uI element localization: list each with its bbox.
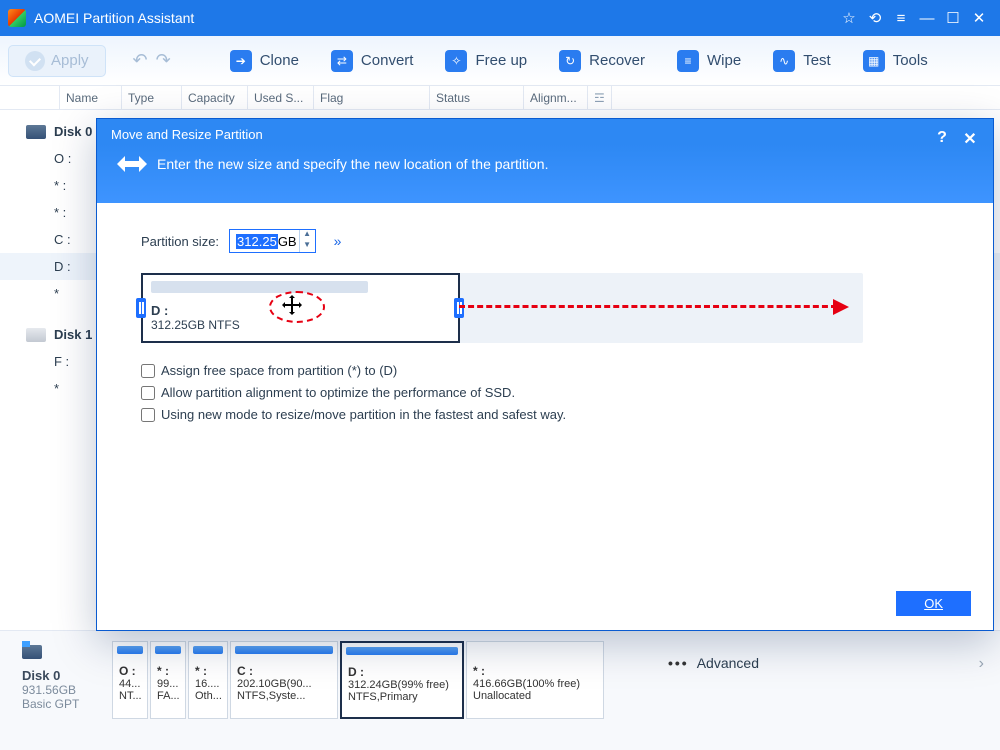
tool-clone[interactable]: ➔Clone bbox=[216, 44, 313, 78]
disk-icon bbox=[26, 125, 46, 139]
star-icon[interactable]: ☆ bbox=[836, 9, 862, 27]
check-assign[interactable]: Assign free space from partition (*) to … bbox=[141, 363, 969, 378]
col-type[interactable]: Type bbox=[122, 86, 182, 109]
toolbar: Apply ↶ ↷ ➔Clone ⇄Convert ✧Free up ↻Reco… bbox=[0, 36, 1000, 86]
dialog-footer: OK bbox=[896, 591, 971, 616]
chevron-right-icon: › bbox=[979, 655, 984, 673]
partition-text: D :312.25GB NTFS bbox=[151, 303, 240, 332]
redo-button[interactable]: ↷ bbox=[156, 50, 171, 71]
block-d[interactable]: D :312.24GB(99% free)NTFS,Primary bbox=[340, 641, 464, 719]
bottom-panel: Disk 0 931.56GB Basic GPT O :44...NT... … bbox=[0, 630, 1000, 750]
check-alignment[interactable]: Allow partition alignment to optimize th… bbox=[141, 385, 969, 400]
wipe-icon: ≡ bbox=[677, 50, 699, 72]
block-c[interactable]: C :202.10GB(90...NTFS,Syste... bbox=[230, 641, 338, 719]
close-button[interactable]: ✕ bbox=[966, 9, 992, 27]
tool-recover[interactable]: ↻Recover bbox=[545, 44, 659, 78]
checkbox-group: Assign free space from partition (*) to … bbox=[141, 363, 969, 422]
undo-redo-group: ↶ ↷ bbox=[120, 43, 184, 78]
summary-size: 931.56GB bbox=[22, 683, 112, 697]
check-newmode[interactable]: Using new mode to resize/move partition … bbox=[141, 407, 969, 422]
tool-convert[interactable]: ⇄Convert bbox=[317, 44, 428, 78]
app-icon bbox=[8, 9, 26, 27]
summary-type: Basic GPT bbox=[22, 697, 112, 711]
partition-blocks: O :44...NT... * :99...FA... * :16....Oth… bbox=[112, 631, 644, 750]
disk-summary: Disk 0 931.56GB Basic GPT bbox=[0, 631, 112, 750]
size-row: Partition size: 312.25GB ▲▼ » bbox=[141, 229, 969, 253]
dialog-header: Move and Resize Partition Enter the new … bbox=[97, 119, 993, 203]
more-options-button[interactable]: » bbox=[334, 233, 342, 249]
more-icon: ••• bbox=[668, 655, 689, 671]
partition-slider[interactable]: D :312.25GB NTFS bbox=[141, 273, 863, 343]
tool-tools[interactable]: ▦Tools bbox=[849, 44, 942, 78]
block-star2[interactable]: * :16....Oth... bbox=[188, 641, 228, 719]
menu-icon[interactable]: ≡ bbox=[888, 10, 914, 27]
dialog-help-button[interactable]: ? bbox=[931, 129, 953, 147]
check-icon bbox=[25, 51, 45, 71]
disk-icon bbox=[26, 328, 46, 342]
col-status[interactable]: Status bbox=[430, 86, 524, 109]
maximize-button[interactable]: ☐ bbox=[940, 9, 966, 27]
summary-name: Disk 0 bbox=[22, 668, 112, 683]
spin-down[interactable]: ▼ bbox=[300, 241, 315, 252]
tool-freeup[interactable]: ✧Free up bbox=[431, 44, 541, 78]
block-o[interactable]: O :44...NT... bbox=[112, 641, 148, 719]
dialog-close-button[interactable]: ✕ bbox=[959, 129, 981, 149]
convert-icon: ⇄ bbox=[331, 50, 353, 72]
tools-icon: ▦ bbox=[863, 50, 885, 72]
dialog-title: Move and Resize Partition bbox=[111, 127, 263, 142]
col-used[interactable]: Used S... bbox=[248, 86, 314, 109]
left-grip[interactable] bbox=[136, 298, 146, 318]
recover-icon: ↻ bbox=[559, 50, 581, 72]
col-capacity[interactable]: Capacity bbox=[182, 86, 248, 109]
title-bar: AOMEI Partition Assistant ☆ ⟲ ≡ — ☐ ✕ bbox=[0, 0, 1000, 36]
block-star1[interactable]: * :99...FA... bbox=[150, 641, 186, 719]
refresh-icon[interactable]: ⟲ bbox=[862, 9, 888, 27]
apply-button[interactable]: Apply bbox=[8, 45, 106, 77]
freeup-icon: ✧ bbox=[445, 50, 467, 72]
clone-icon: ➔ bbox=[230, 50, 252, 72]
column-header: Name Type Capacity Used S... Flag Status… bbox=[0, 86, 1000, 110]
size-label: Partition size: bbox=[141, 234, 219, 249]
dialog-subtitle: Enter the new size and specify the new l… bbox=[157, 156, 548, 172]
test-icon: ∿ bbox=[773, 50, 795, 72]
advanced-panel[interactable]: ••• Advanced › bbox=[644, 631, 1000, 750]
dialog-body: Partition size: 312.25GB ▲▼ » D :312.25G… bbox=[97, 203, 993, 422]
disk-icon bbox=[22, 645, 42, 659]
col-settings-icon[interactable]: ☲ bbox=[588, 86, 612, 109]
size-input[interactable]: 312.25GB ▲▼ bbox=[229, 229, 316, 253]
annotation-arrow bbox=[459, 305, 837, 309]
app-title: AOMEI Partition Assistant bbox=[34, 10, 836, 26]
used-space-bar bbox=[151, 281, 368, 293]
tool-wipe[interactable]: ≡Wipe bbox=[663, 44, 755, 78]
minimize-button[interactable]: — bbox=[914, 10, 940, 27]
col-name[interactable]: Name bbox=[60, 86, 122, 109]
advanced-label: Advanced bbox=[697, 655, 759, 671]
ok-button[interactable]: OK bbox=[896, 591, 971, 616]
tool-test[interactable]: ∿Test bbox=[759, 44, 845, 78]
move-cursor-icon bbox=[280, 293, 320, 321]
col-flag[interactable]: Flag bbox=[314, 86, 430, 109]
size-spinner[interactable]: ▲▼ bbox=[299, 230, 315, 252]
block-unalloc[interactable]: * :416.66GB(100% free)Unallocated bbox=[466, 641, 604, 719]
undo-button[interactable]: ↶ bbox=[133, 50, 148, 71]
apply-label: Apply bbox=[51, 52, 89, 69]
resize-dialog: Move and Resize Partition Enter the new … bbox=[96, 118, 994, 631]
col-align[interactable]: Alignm... bbox=[524, 86, 588, 109]
resize-arrow-icon bbox=[117, 155, 147, 173]
